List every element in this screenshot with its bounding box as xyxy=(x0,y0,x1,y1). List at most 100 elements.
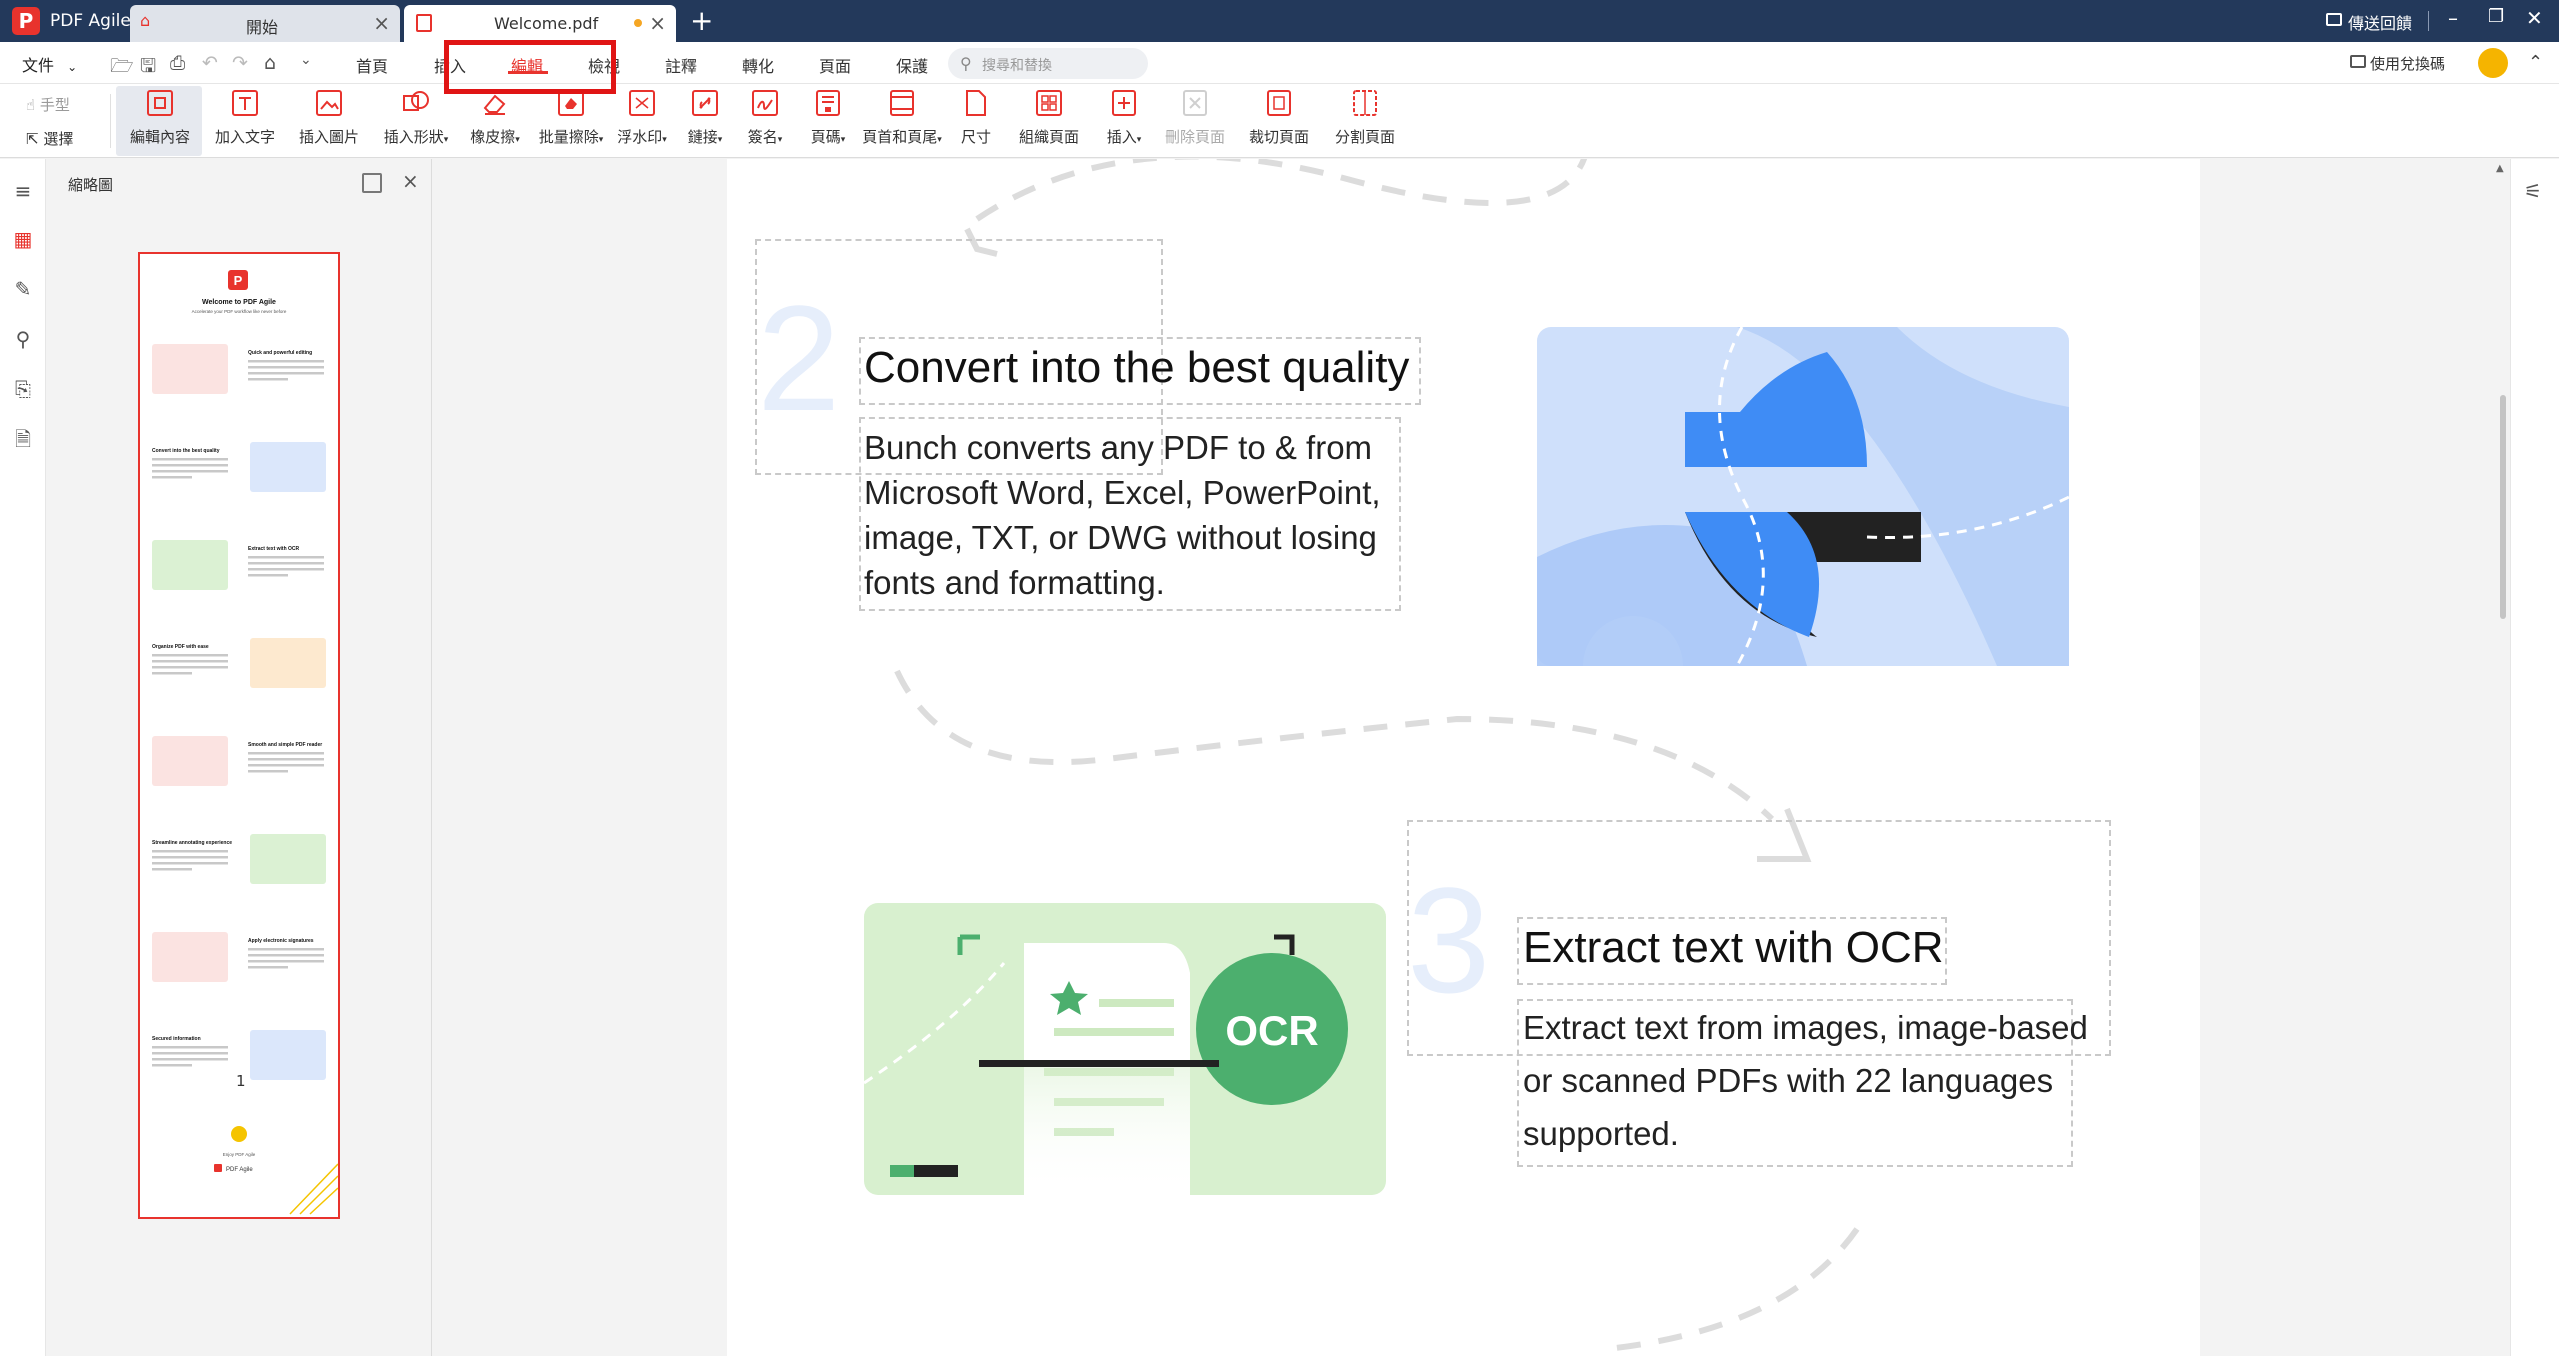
insert-page-icon xyxy=(1109,88,1139,118)
document-info-icon[interactable]: 🗎 xyxy=(11,427,35,451)
tab-annotate[interactable]: 註釋 xyxy=(665,53,697,77)
dropdown-caret-icon[interactable]: ▾ xyxy=(662,135,667,145)
thumb-text-line xyxy=(152,868,192,871)
edit-content-button[interactable]: 編輯內容 xyxy=(126,88,194,147)
link-button[interactable]: 鏈接▾ xyxy=(680,88,730,147)
button-label: 分割頁面 xyxy=(1334,128,1395,146)
dropdown-caret-icon[interactable]: ▾ xyxy=(718,135,723,145)
dropdown-caret-icon[interactable]: ▾ xyxy=(515,135,520,145)
delete-page-button[interactable]: 刪除頁面 xyxy=(1160,88,1230,147)
header-footer-button[interactable]: 頁首和頁尾▾ xyxy=(862,88,942,147)
signature-button[interactable]: 簽名▾ xyxy=(740,88,790,147)
button-label: 插入圖片 xyxy=(298,128,359,146)
button-label: 插入形狀▾ xyxy=(383,128,449,146)
home-icon[interactable]: ⌂ xyxy=(264,52,276,74)
new-tab-plus-icon[interactable]: + xyxy=(690,4,713,37)
redo-icon[interactable]: ↷ xyxy=(232,52,248,74)
file-menu-label: 文件 xyxy=(22,56,55,75)
tab-page[interactable]: 頁面 xyxy=(819,53,851,77)
select-tool[interactable]: ⇱ 選擇 xyxy=(26,128,73,149)
tab-home[interactable]: 首頁 xyxy=(356,53,388,77)
menu-lines-icon[interactable]: ≡ xyxy=(11,179,35,203)
tab-welcome-pdf[interactable]: Welcome.pdf × xyxy=(404,5,676,42)
page-size-button[interactable]: 尺寸 xyxy=(954,88,998,147)
thumbnails-icon[interactable]: ▦ xyxy=(11,227,35,251)
button-label: 組織頁面 xyxy=(1018,128,1079,146)
dropdown-caret-icon[interactable]: ▾ xyxy=(937,135,942,145)
thumb-text-line xyxy=(248,562,324,565)
avatar[interactable] xyxy=(2478,48,2508,78)
open-folder-icon[interactable]: 🗁 xyxy=(110,52,134,84)
split-page-button[interactable]: 分割頁面 xyxy=(1330,88,1400,147)
thumb-section-image xyxy=(250,638,326,688)
scrollbar-thumb[interactable] xyxy=(2500,395,2506,619)
dropdown-caret-icon[interactable]: ▾ xyxy=(444,135,449,145)
thumb-section-image xyxy=(152,540,228,590)
close-tab-icon[interactable]: × xyxy=(649,11,666,35)
section-body[interactable]: Extract text from images, image-based or… xyxy=(1523,1001,2088,1160)
close-window-button[interactable]: ✕ xyxy=(2526,6,2543,30)
thumb-section-title: Smooth and simple PDF reader xyxy=(248,742,322,748)
thumb-text-line xyxy=(248,948,324,951)
vertical-scrollbar[interactable]: ▲ xyxy=(2496,159,2510,1356)
section-heading[interactable]: Extract text with OCR xyxy=(1523,923,1944,973)
print-icon[interactable]: ⎙ xyxy=(170,52,185,74)
tab-convert[interactable]: 轉化 xyxy=(742,53,774,77)
scroll-up-arrow-icon[interactable]: ▲ xyxy=(2496,163,2504,174)
close-panel-icon[interactable]: × xyxy=(402,169,419,193)
properties-sliders-icon[interactable]: ⚟ xyxy=(2524,179,2542,203)
redeem-code-button[interactable]: 使用兌換碼 xyxy=(2370,53,2445,74)
customize-dropdown-icon[interactable]: ⌄ xyxy=(300,52,312,68)
thumb-text-line xyxy=(152,856,228,859)
dropdown-caret-icon[interactable]: ▾ xyxy=(778,135,783,145)
section-body[interactable]: Bunch converts any PDF to & from Microso… xyxy=(864,425,1381,605)
page-number-button[interactable]: 頁碼▾ xyxy=(804,88,852,147)
add-text-icon xyxy=(230,88,260,118)
batch-erase-button[interactable]: 批量擦除▾ xyxy=(534,88,608,147)
search-input[interactable]: ⚲ 搜尋和替換 xyxy=(948,48,1148,79)
feedback-icon[interactable] xyxy=(2326,13,2342,26)
file-menu[interactable]: 文件 ⌄ xyxy=(22,52,77,76)
collapse-ribbon-icon[interactable]: ⌃ xyxy=(2528,52,2543,73)
tab-start[interactable]: ⌂ 開始 × xyxy=(130,5,400,42)
menu-bar: 文件 ⌄ 🗁 🖫 ⎙ ↶ ↷ ⌂ ⌄ 首頁 插入 編輯 檢視 註釋 轉化 頁面 … xyxy=(0,42,2559,84)
thumb-section-title: Secured information xyxy=(152,1036,201,1042)
watermark-button[interactable]: 浮水印▾ xyxy=(612,88,672,147)
undo-icon[interactable]: ↶ xyxy=(202,52,218,74)
thumb-text-line xyxy=(248,366,324,369)
save-icon[interactable]: 🖫 xyxy=(140,52,156,84)
select-tool-label: 選擇 xyxy=(43,130,74,148)
tab-label: Welcome.pdf xyxy=(494,14,599,33)
section-heading[interactable]: Convert into the best quality xyxy=(864,343,1409,393)
thumb-section-image xyxy=(250,1030,326,1080)
minimize-button[interactable]: – xyxy=(2448,6,2458,30)
pdf-page[interactable]: OCR 2 Convert into the best quality Bunc… xyxy=(727,159,2200,1356)
dropdown-caret-icon[interactable]: ▾ xyxy=(1137,135,1142,145)
signature-icon xyxy=(750,88,780,118)
annotation-pen-icon[interactable]: ✎ xyxy=(11,277,35,301)
restore-button[interactable]: ❐ xyxy=(2488,6,2504,27)
dropdown-caret-icon[interactable]: ▾ xyxy=(841,135,846,145)
delete-page-icon xyxy=(1180,88,1210,118)
close-tab-icon[interactable]: × xyxy=(373,11,390,35)
title-bar: P PDF Agile ⌂ 開始 × Welcome.pdf × + 傳送回饋 … xyxy=(0,0,2559,42)
insert-page-button[interactable]: 插入▾ xyxy=(1100,88,1148,147)
organize-pages-button[interactable]: 組織頁面 xyxy=(1014,88,1084,147)
thumbnail-options-icon[interactable] xyxy=(362,173,382,193)
insert-shape-button[interactable]: 插入形狀▾ xyxy=(378,88,454,147)
crop-page-button[interactable]: 裁切頁面 xyxy=(1244,88,1314,147)
thumb-text-line xyxy=(248,378,288,381)
cursor-icon: ⇱ xyxy=(26,130,39,148)
button-label: 加入文字 xyxy=(214,128,275,146)
tab-protect[interactable]: 保護 xyxy=(896,53,928,77)
attachment-icon[interactable]: ⎘ xyxy=(11,377,35,401)
insert-image-button[interactable]: 插入圖片 xyxy=(294,88,364,147)
eraser-button[interactable]: 橡皮擦▾ xyxy=(464,88,526,147)
thumb-subtitle: Accelerate your PDF workflow like never … xyxy=(192,309,287,314)
feedback-button[interactable]: 傳送回饋 xyxy=(2348,10,2412,34)
dropdown-caret-icon[interactable]: ▾ xyxy=(599,135,604,145)
hand-tool[interactable]: ☝ 手型 xyxy=(26,94,70,115)
search-icon[interactable]: ⚲ xyxy=(11,327,35,351)
redeem-code-icon[interactable] xyxy=(2350,55,2366,68)
add-text-button[interactable]: 加入文字 xyxy=(210,88,280,147)
